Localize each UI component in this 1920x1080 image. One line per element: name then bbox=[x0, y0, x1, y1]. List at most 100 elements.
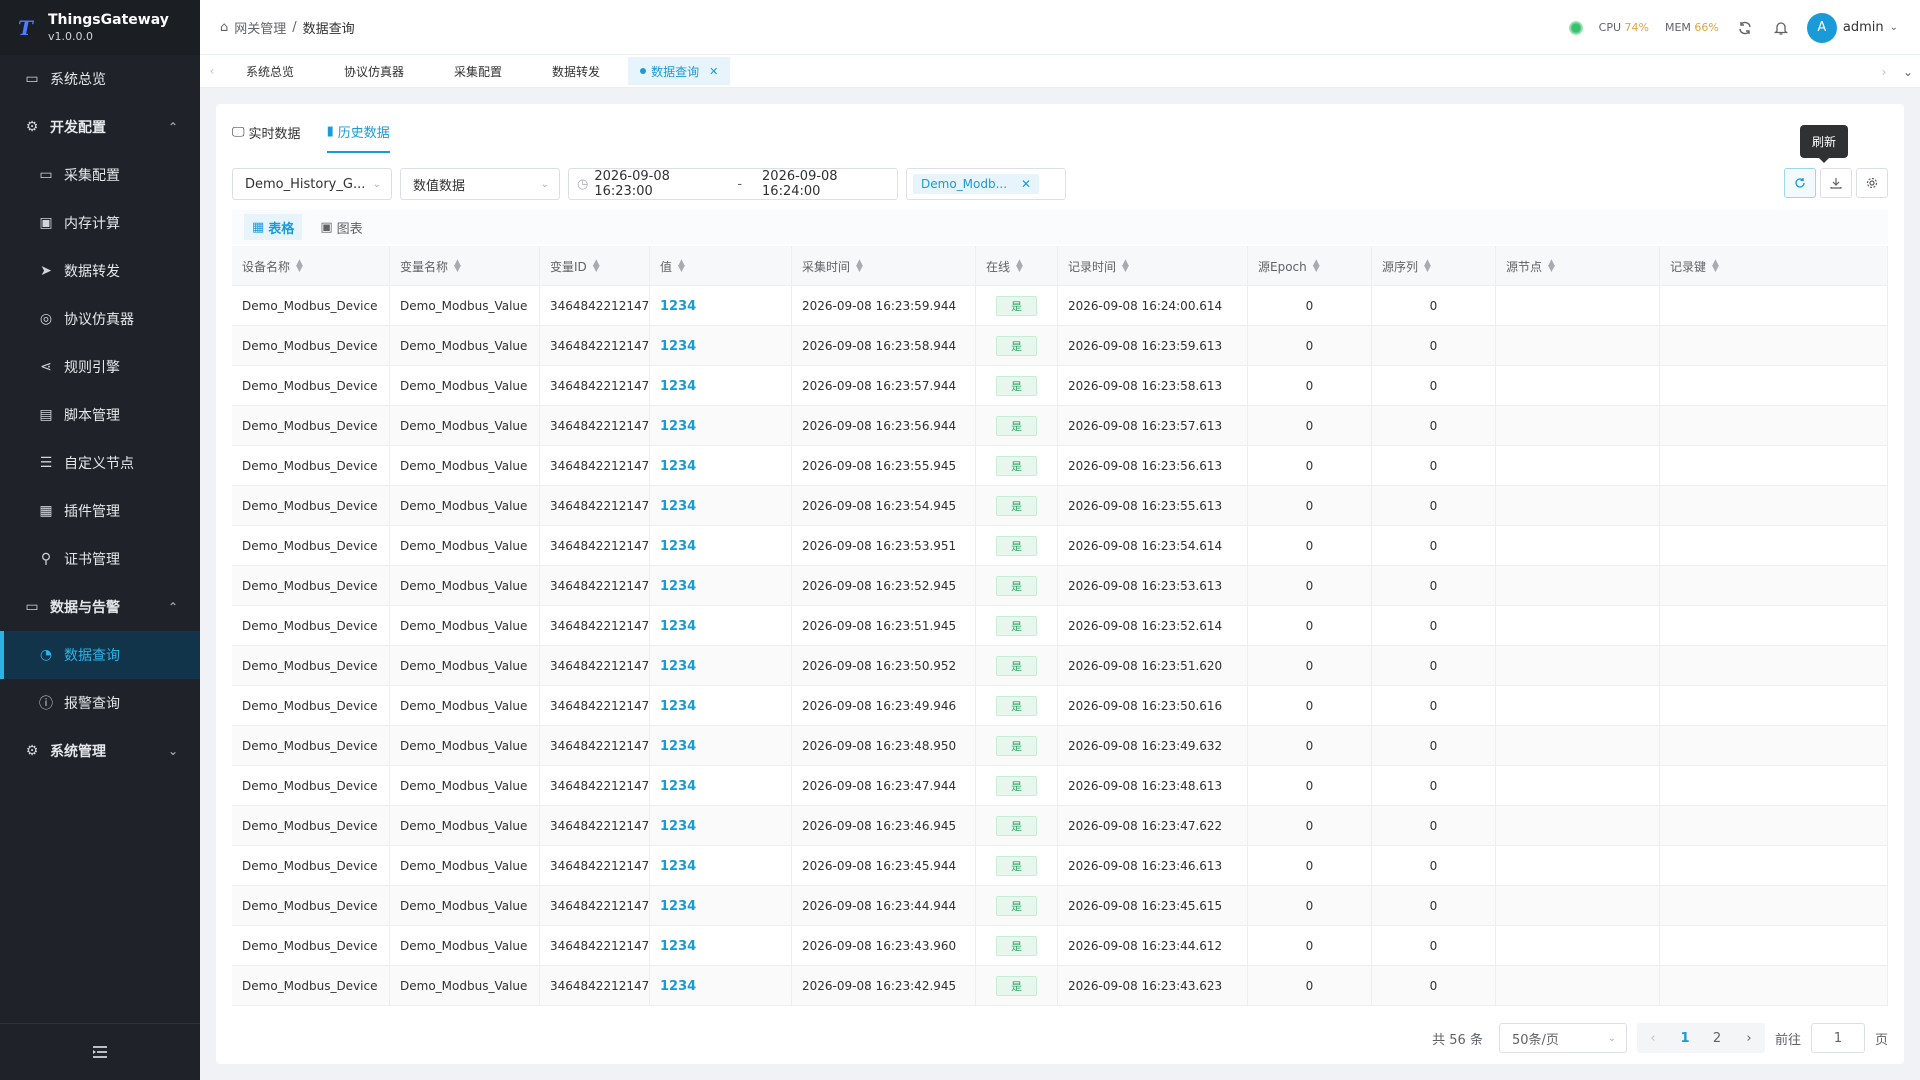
sort-icon[interactable]: ▲ ▼ bbox=[1424, 259, 1431, 274]
table-row[interactable]: Demo_Modbus_Device Demo_Modbus_Value 34648… bbox=[232, 846, 1888, 886]
tab-system-overview[interactable]: 系统总览 bbox=[224, 57, 316, 85]
cell-text: 2026-09-08 16:23:46.945 bbox=[802, 819, 957, 833]
data-type-select[interactable]: 数值数据 ⌄ bbox=[400, 168, 560, 200]
sidebar-item-6[interactable]: ⋖ 规则引擎 bbox=[0, 343, 200, 391]
table-row[interactable]: Demo_Modbus_Device Demo_Modbus_Value 34648… bbox=[232, 886, 1888, 926]
table-row[interactable]: Demo_Modbus_Device Demo_Modbus_Value 34648… bbox=[232, 406, 1888, 446]
column-header[interactable]: 设备名称 ▲ ▼ bbox=[232, 246, 390, 286]
sort-icon[interactable]: ▲ ▼ bbox=[1548, 259, 1555, 274]
view-chart-button[interactable]: ▣ 图表 bbox=[312, 214, 370, 240]
table-row[interactable]: Demo_Modbus_Device Demo_Modbus_Value 34648… bbox=[232, 726, 1888, 766]
column-header[interactable]: 采集时间 ▲ ▼ bbox=[792, 246, 976, 286]
sidebar-item-1[interactable]: ⚙ 开发配置 ⌃ bbox=[0, 103, 200, 151]
user-menu[interactable]: A admin ⌄ bbox=[1806, 12, 1898, 43]
sidebar-item-4[interactable]: ➤ 数据转发 bbox=[0, 247, 200, 295]
history-source-select[interactable]: Demo_History_G... ⌄ bbox=[232, 168, 392, 200]
tab-history-data[interactable]: ▮ 历史数据 bbox=[326, 122, 390, 153]
sidebar-item-3[interactable]: ▣ 内存计算 bbox=[0, 199, 200, 247]
start-time-input[interactable]: 2026-09-08 16:23:00 bbox=[594, 169, 717, 199]
sidebar-item-12[interactable]: ◔ 数据查询 bbox=[0, 631, 200, 679]
sort-icon[interactable]: ▲ ▼ bbox=[1712, 259, 1719, 274]
table-row[interactable]: Demo_Modbus_Device Demo_Modbus_Value 34648… bbox=[232, 966, 1888, 1006]
brand[interactable]: T ThingsGateway v1.0.0.0 bbox=[0, 0, 200, 55]
sort-icon[interactable]: ▲ ▼ bbox=[1313, 259, 1320, 274]
tab-realtime-data[interactable]: 🖵 实时数据 bbox=[232, 122, 301, 153]
table-row[interactable]: Demo_Modbus_Device Demo_Modbus_Value 34648… bbox=[232, 446, 1888, 486]
column-header[interactable]: 值 ▲ ▼ bbox=[650, 246, 792, 286]
cell-text: 2026-09-08 16:23:56.613 bbox=[1068, 459, 1223, 473]
table-row[interactable]: Demo_Modbus_Device Demo_Modbus_Value 34648… bbox=[232, 606, 1888, 646]
table-row[interactable]: Demo_Modbus_Device Demo_Modbus_Value 34648… bbox=[232, 766, 1888, 806]
column-header[interactable]: 在线 ▲ ▼ bbox=[976, 246, 1058, 286]
variable-multi-select[interactable]: Demo_Modb... ✕ bbox=[906, 168, 1066, 200]
column-header[interactable]: 源序列 ▲ ▼ bbox=[1372, 246, 1496, 286]
sort-icon[interactable]: ▲ ▼ bbox=[1016, 259, 1023, 274]
prev-page-icon[interactable]: ‹ bbox=[1637, 1023, 1669, 1053]
end-time-input[interactable]: 2026-09-08 16:24:00 bbox=[762, 169, 885, 199]
column-header[interactable]: 记录键 ▲ ▼ bbox=[1660, 246, 1888, 286]
chevron-down-icon: ⌄ bbox=[372, 178, 381, 190]
sidebar-item-0[interactable]: ▭ 系统总览 bbox=[0, 55, 200, 103]
settings-button[interactable] bbox=[1856, 168, 1888, 198]
column-header[interactable]: 记录时间 ▲ ▼ bbox=[1058, 246, 1248, 286]
sidebar-item-9[interactable]: ▦ 插件管理 bbox=[0, 487, 200, 535]
column-header[interactable]: 变量ID ▲ ▼ bbox=[540, 246, 650, 286]
table-row[interactable]: Demo_Modbus_Device Demo_Modbus_Value 34648… bbox=[232, 806, 1888, 846]
breadcrumb-item[interactable]: 网关管理 bbox=[234, 18, 286, 37]
collapse-sidebar-button[interactable] bbox=[0, 1023, 200, 1080]
sort-icon[interactable]: ▲ ▼ bbox=[454, 259, 461, 274]
table-row[interactable]: Demo_Modbus_Device Demo_Modbus_Value 34648… bbox=[232, 646, 1888, 686]
table-cell: Demo_Modbus_Device bbox=[232, 646, 390, 686]
table-cell: 是 bbox=[976, 326, 1058, 366]
view-table-button[interactable]: ▦ 表格 bbox=[244, 214, 303, 240]
sidebar-item-label: 插件管理 bbox=[64, 504, 120, 520]
bell-icon[interactable] bbox=[1771, 18, 1791, 38]
table-cell: Demo_Modbus_Device bbox=[232, 526, 390, 566]
table-row[interactable]: Demo_Modbus_Device Demo_Modbus_Value 34648… bbox=[232, 566, 1888, 606]
tab-data-query[interactable]: 数据查询 ✕ bbox=[628, 57, 731, 85]
column-header[interactable]: 源节点 ▲ ▼ bbox=[1496, 246, 1660, 286]
sort-icon[interactable]: ▲ ▼ bbox=[296, 259, 303, 274]
table-row[interactable]: Demo_Modbus_Device Demo_Modbus_Value 34648… bbox=[232, 686, 1888, 726]
sort-icon[interactable]: ▲ ▼ bbox=[1122, 259, 1129, 274]
table-row[interactable]: Demo_Modbus_Device Demo_Modbus_Value 34648… bbox=[232, 326, 1888, 366]
sidebar-item-14[interactable]: ⚙ 系统管理 ⌄ bbox=[0, 727, 200, 775]
cell-text: 2026-09-08 16:23:59.944 bbox=[802, 299, 957, 313]
sidebar-item-8[interactable]: ☰ 自定义节点 bbox=[0, 439, 200, 487]
sync-icon[interactable] bbox=[1735, 18, 1755, 38]
page-number[interactable]: 1 bbox=[1669, 1023, 1701, 1053]
export-button[interactable] bbox=[1820, 168, 1852, 198]
sidebar-item-7[interactable]: ▤ 脚本管理 bbox=[0, 391, 200, 439]
next-page-icon[interactable]: › bbox=[1733, 1023, 1765, 1053]
column-header[interactable]: 变量名称 ▲ ▼ bbox=[390, 246, 540, 286]
table-row[interactable]: Demo_Modbus_Device Demo_Modbus_Value 34648… bbox=[232, 366, 1888, 406]
sidebar-item-11[interactable]: ▭ 数据与告警 ⌃ bbox=[0, 583, 200, 631]
table-row[interactable]: Demo_Modbus_Device Demo_Modbus_Value 34648… bbox=[232, 286, 1888, 326]
sidebar-item-10[interactable]: ⚲ 证书管理 bbox=[0, 535, 200, 583]
table-row[interactable]: Demo_Modbus_Device Demo_Modbus_Value 34648… bbox=[232, 486, 1888, 526]
table-row[interactable]: Demo_Modbus_Device Demo_Modbus_Value 34648… bbox=[232, 926, 1888, 966]
page-number[interactable]: 2 bbox=[1701, 1023, 1733, 1053]
sidebar-item-2[interactable]: ▭ 采集配置 bbox=[0, 151, 200, 199]
close-icon[interactable]: ✕ bbox=[709, 65, 718, 78]
close-icon[interactable]: ✕ bbox=[1021, 177, 1031, 191]
sidebar-item-13[interactable]: ⓘ 报警查询 bbox=[0, 679, 200, 727]
table-cell: 1234 bbox=[650, 446, 792, 486]
tabs-dropdown-icon[interactable]: ⌄ bbox=[1896, 55, 1920, 88]
tabs-scroll-right-icon[interactable]: › bbox=[1872, 55, 1896, 88]
refresh-button[interactable] bbox=[1784, 168, 1816, 198]
tabs-scroll-left-icon[interactable]: ‹ bbox=[200, 55, 224, 88]
sort-icon[interactable]: ▲ ▼ bbox=[593, 259, 600, 274]
tab-collect-config[interactable]: 采集配置 bbox=[432, 57, 524, 85]
page-size-select[interactable]: 50条/页 ⌄ bbox=[1498, 1023, 1627, 1053]
goto-page-input[interactable]: 1 bbox=[1810, 1023, 1865, 1053]
table-cell bbox=[1660, 486, 1888, 526]
sidebar-item-5[interactable]: ◎ 协议仿真器 bbox=[0, 295, 200, 343]
table-row[interactable]: Demo_Modbus_Device Demo_Modbus_Value 34648… bbox=[232, 526, 1888, 566]
column-header[interactable]: 源Epoch ▲ ▼ bbox=[1248, 246, 1372, 286]
sort-icon[interactable]: ▲ ▼ bbox=[856, 259, 863, 274]
date-range-picker[interactable]: ◷ 2026-09-08 16:23:00 - 2026-09-08 16:24… bbox=[568, 168, 898, 200]
tab-protocol-simulator[interactable]: 协议仿真器 bbox=[322, 57, 426, 85]
tab-data-forward[interactable]: 数据转发 bbox=[530, 57, 622, 85]
sort-icon[interactable]: ▲ ▼ bbox=[678, 259, 685, 274]
